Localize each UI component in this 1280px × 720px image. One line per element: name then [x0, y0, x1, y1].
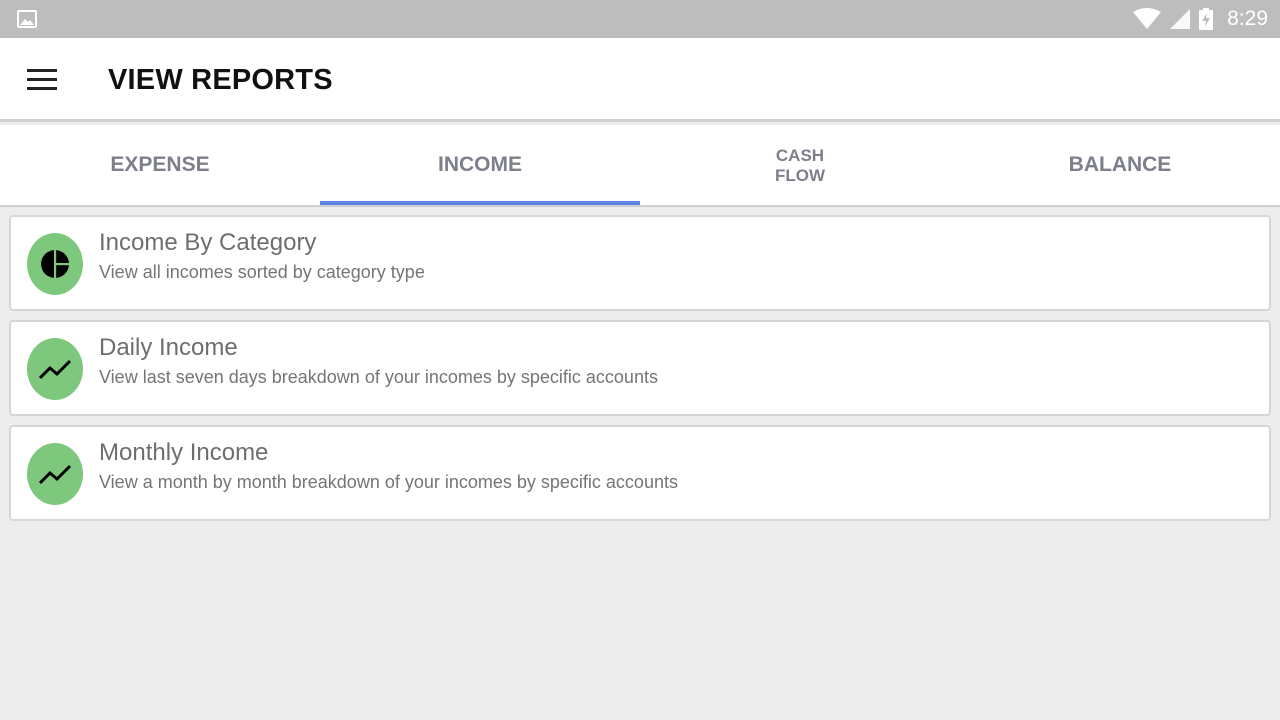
status-time: 8:29 [1227, 7, 1268, 30]
tab-label: CASH FLOW [774, 145, 826, 185]
hamburger-menu-icon [27, 69, 57, 90]
report-icon-badge [27, 443, 83, 505]
tab-label: EXPENSE [110, 153, 210, 176]
tab-balance[interactable]: BALANCE [960, 125, 1280, 205]
report-icon-badge [27, 233, 83, 295]
pie-chart-icon [41, 250, 69, 278]
report-item-income-by-category[interactable]: Income By Category View all incomes sort… [9, 215, 1271, 311]
report-title: Daily Income [99, 334, 238, 361]
page-title: VIEW REPORTS [108, 64, 333, 96]
status-icons: 8:29 [1133, 0, 1268, 38]
report-item-monthly-income[interactable]: Monthly Income View a month by month bre… [9, 425, 1271, 521]
tab-label: BALANCE [1068, 153, 1172, 176]
tab-cash-flow[interactable]: CASH FLOW [640, 125, 960, 205]
app-bar: VIEW REPORTS [0, 38, 1280, 122]
report-description: View all incomes sorted by category type [99, 262, 425, 282]
status-bar: 8:29 [0, 0, 1280, 38]
wifi-icon [1133, 8, 1162, 29]
cell-signal-icon [1170, 9, 1191, 29]
menu-button[interactable] [22, 62, 62, 98]
trending-line-icon [39, 359, 71, 380]
report-item-daily-income[interactable]: Daily Income View last seven days breakd… [9, 320, 1271, 416]
report-list: Income By Category View all incomes sort… [9, 215, 1271, 530]
report-title: Income By Category [99, 229, 317, 256]
report-description: View a month by month breakdown of your … [99, 472, 678, 492]
tab-income[interactable]: INCOME [320, 125, 640, 205]
tab-label: INCOME [438, 153, 522, 176]
report-title: Monthly Income [99, 439, 269, 466]
report-tabs: EXPENSE INCOME CASH FLOW BALANCE [0, 125, 1280, 207]
tab-expense[interactable]: EXPENSE [0, 125, 320, 205]
report-icon-badge [27, 338, 83, 400]
trending-line-icon [39, 464, 71, 485]
battery-charging-icon [1199, 8, 1214, 30]
report-description: View last seven days breakdown of your i… [99, 367, 658, 387]
gallery-icon [17, 10, 37, 28]
